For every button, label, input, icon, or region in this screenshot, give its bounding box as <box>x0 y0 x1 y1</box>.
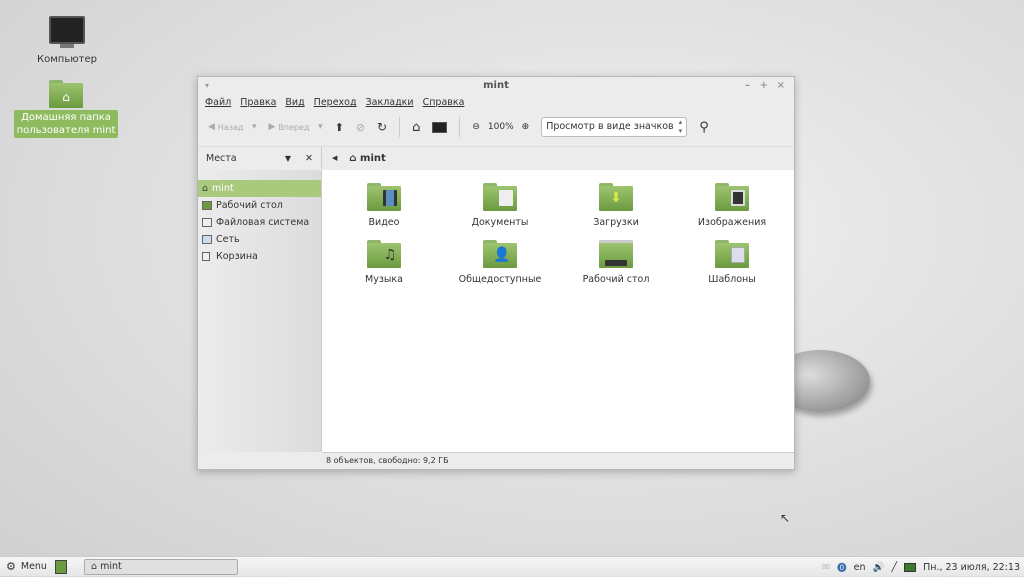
menu-button[interactable]: ⚙ Menu <box>6 560 47 573</box>
keyboard-layout[interactable]: en <box>854 562 866 573</box>
menu-help[interactable]: Справка <box>423 95 465 111</box>
home-folder-icon: ⌂ <box>49 80 83 108</box>
menu-go[interactable]: Переход <box>314 95 357 111</box>
film-icon <box>383 190 397 206</box>
taskbar: ⚙ Menu ⌂ mint ✉ ⓿ en 🔊 ╱ Пн., 23 июля, 22… <box>0 556 1024 576</box>
folder-public[interactable]: 👤 Общедоступные <box>445 240 555 285</box>
forward-button[interactable]: ▶ Вперед ▾ <box>269 122 323 132</box>
menu-edit[interactable]: Правка <box>240 95 276 111</box>
sidebar-item-desktop[interactable]: Рабочий стол <box>198 197 321 214</box>
pictures-icon <box>731 190 745 206</box>
show-desktop-icon[interactable] <box>54 559 67 574</box>
template-icon <box>731 247 745 263</box>
trash-icon <box>202 252 210 261</box>
menu-bar: Файл Правка Вид Переход Закладки Справка <box>198 95 794 111</box>
places-header: Места ▼ ✕ <box>198 147 322 169</box>
volume-icon[interactable]: 🔊 <box>873 562 885 573</box>
battery-icon[interactable] <box>904 562 917 572</box>
mouse-cursor-icon: ↖ <box>780 511 791 525</box>
sidebar-item-network[interactable]: Сеть <box>198 231 321 248</box>
title-bar[interactable]: ▾ mint – + × <box>198 77 794 95</box>
desktop-icon-home[interactable]: ⌂ Домашняя папка пользователя mint <box>14 80 118 138</box>
search-icon[interactable]: ⚲ <box>699 120 709 135</box>
home-icon: ⌂ <box>202 183 209 194</box>
zoom-in-icon[interactable]: ⊕ <box>522 122 530 132</box>
music-note-icon: ♫ <box>383 247 397 263</box>
folder-music[interactable]: ♫ Музыка <box>329 240 439 285</box>
window-menu-icon[interactable]: ▾ <box>205 77 209 95</box>
back-crumb-icon[interactable]: ◀ <box>332 154 337 162</box>
view-mode-select[interactable]: Просмотр в виде значков ▴ ▾ <box>541 117 688 137</box>
home-icon: ⌂ <box>91 561 98 572</box>
sidebar-item-filesystem[interactable]: Файловая система <box>198 214 321 231</box>
file-manager-window: ▾ mint – + × Файл Правка Вид Переход Зак… <box>197 76 795 470</box>
folder-videos[interactable]: Видео <box>329 183 439 228</box>
menu-gear-icon: ⚙ <box>6 560 16 573</box>
reload-icon[interactable]: ↻ <box>377 120 387 134</box>
desktop-icon <box>202 201 212 210</box>
stop-icon[interactable]: ⊘ <box>356 121 365 134</box>
back-button[interactable]: ◀ Назад ▾ <box>208 122 257 132</box>
folder-documents[interactable]: Документы <box>445 183 555 228</box>
folder-templates[interactable]: Шаблоны <box>677 240 787 285</box>
download-arrow-icon: ⬇ <box>610 190 622 206</box>
window-title: mint <box>483 80 509 91</box>
minimize-button[interactable]: – <box>745 77 750 95</box>
status-bar: 8 объектов, свободно: 9,2 ГБ <box>322 452 794 469</box>
network-icon[interactable]: ╱ <box>891 562 897 573</box>
menu-view[interactable]: Вид <box>285 95 304 111</box>
spin-arrows-icon: ▴ ▾ <box>678 118 683 135</box>
places-dropdown-icon[interactable]: ▼ <box>285 154 291 163</box>
menu-bookmarks[interactable]: Закладки <box>366 95 414 111</box>
close-button[interactable]: × <box>777 77 785 95</box>
person-icon: 👤 <box>493 247 511 263</box>
path-bar: Места ▼ ✕ ◀ ⌂ mint <box>198 146 794 169</box>
toolbar: ◀ Назад ▾ ▶ Вперед ▾ ⬆ ⊘ ↻ ⌂ ⊖ 100% ⊕ Пр… <box>198 111 794 143</box>
taskbar-window-mint[interactable]: ⌂ mint <box>84 559 238 575</box>
file-view: Видео Документы ⬇ Загрузки Изображения ♫ М… <box>322 170 794 452</box>
sidebar-item-mint[interactable]: ⌂ mint <box>198 180 321 197</box>
home-icon[interactable]: ⌂ <box>412 120 420 135</box>
drive-icon <box>202 218 212 227</box>
document-icon <box>499 190 513 206</box>
computer-icon[interactable] <box>432 121 448 133</box>
folder-pictures[interactable]: Изображения <box>677 183 787 228</box>
zoom-out-icon[interactable]: ⊖ <box>472 122 480 132</box>
home-icon: ⌂ <box>349 152 357 164</box>
places-sidebar: ⌂ mint Рабочий стол Файловая система Сеть… <box>198 170 322 452</box>
folder-downloads[interactable]: ⬇ Загрузки <box>561 183 671 228</box>
folder-desktop[interactable]: Рабочий стол <box>561 240 671 285</box>
desktop-label: Компьютер <box>37 54 97 65</box>
computer-icon <box>49 16 85 44</box>
sidebar-item-trash[interactable]: Корзина <box>198 248 321 265</box>
back-arrow-icon: ◀ <box>208 122 218 132</box>
maximize-button[interactable]: + <box>760 77 768 95</box>
desktop-icon <box>605 260 627 266</box>
system-tray: ✉ ⓿ en 🔊 ╱ Пн., 23 июля, 22:13 <box>822 557 1020 577</box>
menu-file[interactable]: Файл <box>205 95 231 111</box>
zoom-level: 100% <box>487 122 514 132</box>
breadcrumb-mint[interactable]: ⌂ mint <box>349 153 385 164</box>
close-sidebar-icon[interactable]: ✕ <box>305 153 313 164</box>
mail-icon[interactable]: ✉ <box>822 562 830 573</box>
forward-arrow-icon: ▶ <box>268 122 279 132</box>
clock[interactable]: Пн., 23 июля, 22:13 <box>923 562 1020 573</box>
desktop-icon-computer[interactable]: Компьютер <box>15 16 119 65</box>
network-icon <box>202 235 212 244</box>
update-shield-icon[interactable]: ⓿ <box>837 560 847 574</box>
desktop-label: Домашняя папка пользователя mint <box>14 110 118 138</box>
up-arrow-icon[interactable]: ⬆ <box>335 121 344 134</box>
